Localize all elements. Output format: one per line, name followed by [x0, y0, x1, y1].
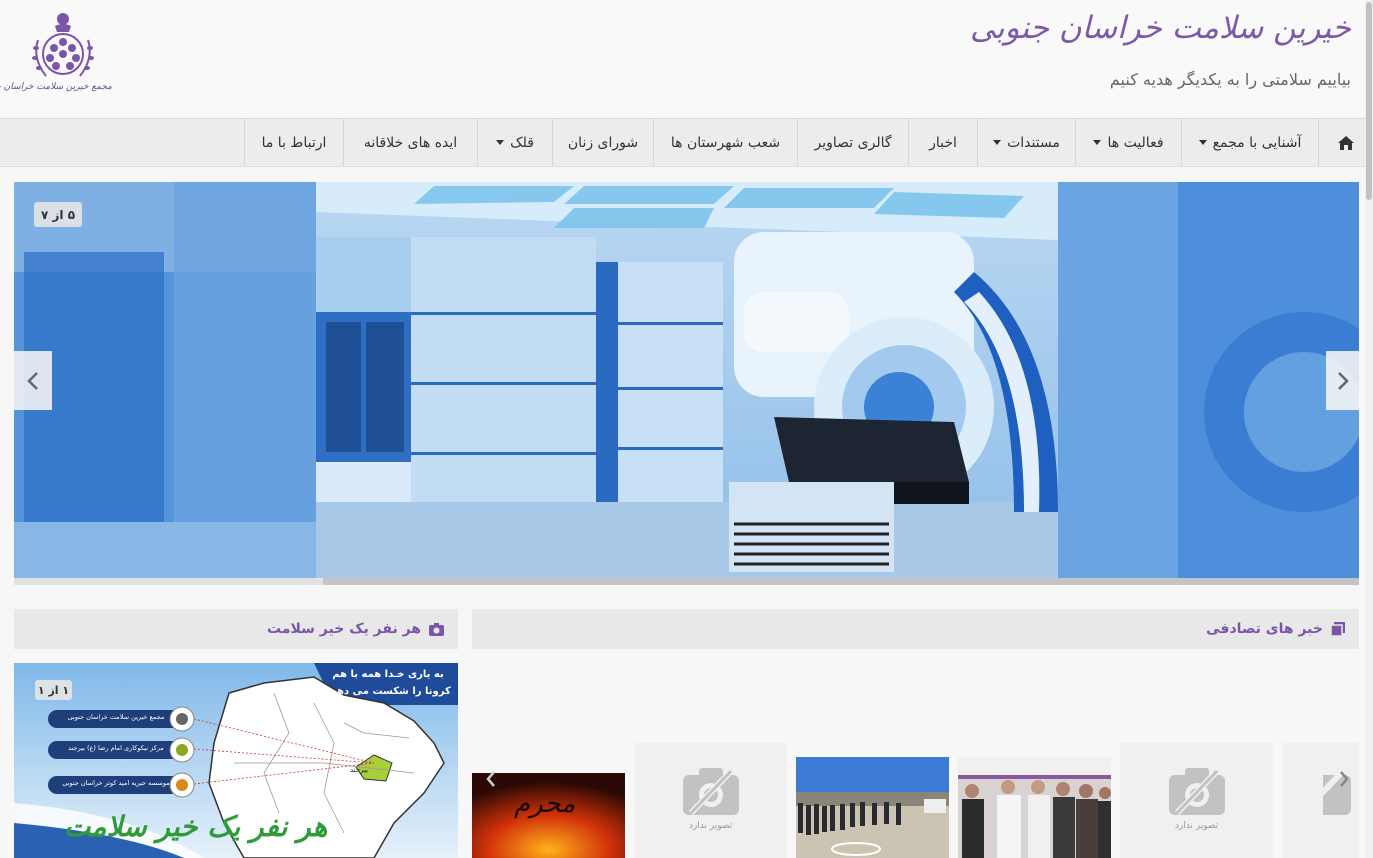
nav-creative-ideas[interactable]: ایده های خلاقانه [343, 119, 477, 166]
poster-item3: موسسه خیریه امید کوثر خراسان جنوبی [62, 779, 170, 787]
no-image-text: تصویر ندارد [1174, 821, 1219, 831]
camera-icon [429, 622, 444, 636]
ceremony-photo [796, 757, 949, 858]
chevron-right-icon [1340, 771, 1349, 787]
slider-progress-bar [14, 578, 1359, 585]
nav-label: قلک [510, 134, 534, 151]
news-thumb-no-image[interactable]: تصویر ندارد [1120, 743, 1273, 858]
nav-label: شعب شهرستان ها [670, 134, 781, 151]
poster-line2: کرونا را شکست می دهیم [325, 686, 451, 697]
poster-item2: مرکز نیکوکاری امام رضا (ع) بیرجند [68, 744, 164, 752]
nav-activities[interactable]: فعالیت ها [1075, 119, 1181, 166]
random-news-title: خبر های تصادفی [1206, 621, 1323, 637]
slider-progress-fill [323, 578, 1359, 585]
nav-label: فعالیت ها [1107, 134, 1164, 151]
image-slider[interactable]: ۵ از ۷ [14, 182, 1359, 579]
nav-gallery[interactable]: گالری تصاویر [797, 119, 908, 166]
news-thumb-ceremony[interactable] [796, 757, 949, 858]
news-thumb-doctors[interactable] [958, 757, 1111, 858]
nav-label: مستندات [1007, 134, 1060, 151]
news-thumb-no-image[interactable]: تصویر ندارد [634, 743, 787, 858]
nav-about[interactable]: آشنایی با مجمع [1181, 119, 1318, 166]
logo-caption: مجمع خیرین سلامت خراسان جنوبی [0, 82, 112, 92]
site-title[interactable]: خیرین سلامت خراسان جنوبی [970, 10, 1351, 46]
nav-label: ارتباط با ما [261, 134, 327, 151]
poster-slogan: به یاری خـدا همه با هم کرونا را شکست می … [324, 666, 452, 700]
site-header: خیرین سلامت خراسان جنوبی بیاییم سلامتی ر… [0, 0, 1373, 118]
nav-documents[interactable]: مستندات [977, 119, 1075, 166]
nav-piggy-bank[interactable]: قلک [477, 119, 552, 166]
slide-counter: ۵ از ۷ [34, 202, 82, 227]
nav-label: گالری تصاویر [814, 134, 892, 151]
poster-item1: مجمع خیرین سلامت خراسان جنوبی [67, 713, 165, 721]
health-panel-header: هر نفر یک خیر سلامت [14, 609, 458, 649]
no-image-icon [1168, 768, 1225, 816]
slide-image [14, 182, 1359, 579]
news-carousel-prev-button[interactable] [472, 760, 510, 798]
site-slogan: بیاییم سلامتی را به یکدیگر هدیه کنیم [1109, 70, 1351, 89]
slider-next-button[interactable] [1326, 351, 1359, 410]
random-news-header: خبر های تصادفی [472, 609, 1359, 649]
poster-line1: به یاری خـدا همه با هم [332, 669, 444, 680]
poster-counter: ۱ از ۱ [35, 680, 72, 700]
scrollbar-thumb[interactable] [1366, 2, 1372, 200]
caret-down-icon [993, 140, 1002, 145]
poster-city: بیرجند [350, 766, 369, 774]
muharram-text: محرم [514, 789, 576, 819]
chevron-left-icon [27, 371, 38, 390]
doctors-photo [958, 757, 1111, 858]
caret-down-icon [1198, 140, 1207, 145]
main-navbar: آشنایی با مجمع فعالیت ها مستندات اخبار گ… [0, 118, 1373, 167]
nav-news[interactable]: اخبار [908, 119, 977, 166]
poster-big-text: هر نفر یک خیر سلامت [64, 810, 328, 843]
no-image-icon [682, 768, 739, 816]
news-carousel-next-button[interactable] [1329, 760, 1359, 798]
nav-contact[interactable]: ارتباط با ما [244, 119, 343, 166]
slider-prev-button[interactable] [14, 351, 52, 410]
no-image-text: تصویر ندارد [688, 821, 733, 831]
news-icon [1331, 622, 1345, 636]
nav-label: ایده های خلاقانه [363, 134, 458, 151]
home-icon [1338, 135, 1354, 150]
nav-label: اخبار [929, 134, 957, 151]
nav-women-council[interactable]: شورای زنان [552, 119, 653, 166]
page-scrollbar[interactable] [1365, 0, 1373, 858]
nav-label: آشنایی با مجمع [1212, 134, 1302, 151]
chevron-left-icon [486, 771, 495, 787]
caret-down-icon [1093, 140, 1102, 145]
caret-down-icon [496, 140, 505, 145]
health-panel-title: هر نفر یک خیر سلامت [267, 621, 421, 637]
nav-branches[interactable]: شعب شهرستان ها [653, 119, 797, 166]
nav-label: شورای زنان [567, 134, 639, 151]
chevron-right-icon [1337, 371, 1349, 390]
health-poster[interactable]: ۱ از ۱ به یاری خـدا همه با هم کرونا را ش… [14, 663, 458, 858]
